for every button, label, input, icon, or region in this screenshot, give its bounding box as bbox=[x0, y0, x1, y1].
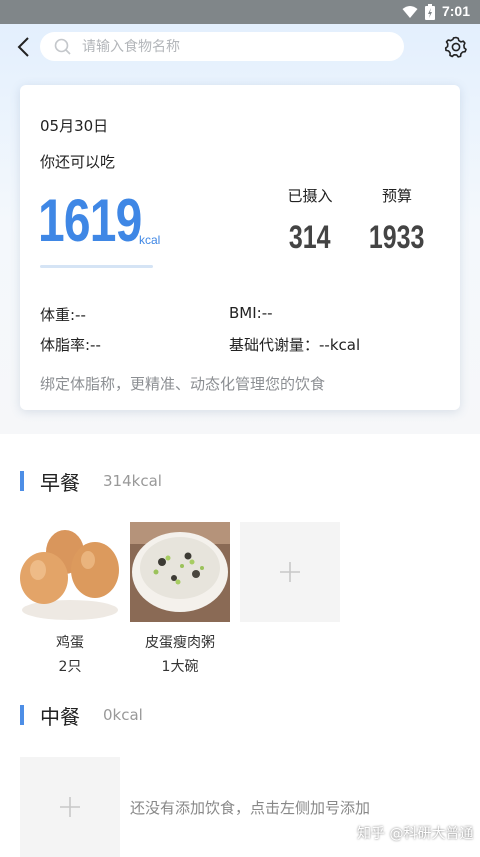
bmi-info: BMI:-- bbox=[229, 304, 273, 322]
intake-value: 314 bbox=[289, 219, 331, 255]
food-amount: 2只 bbox=[58, 659, 82, 675]
watermark: 知乎 @科研大普通 bbox=[357, 826, 474, 842]
status-bar: 7:01 bbox=[0, 0, 480, 24]
section-accent-bar bbox=[20, 705, 24, 725]
search-input[interactable] bbox=[80, 36, 384, 58]
bind-scale-hint[interactable]: 绑定体脂称，更精准、动态化管理您的饮食 bbox=[40, 373, 325, 394]
search-bar[interactable] bbox=[40, 32, 404, 61]
food-name: 皮蛋瘦肉粥 bbox=[145, 635, 215, 651]
remaining-unit: kcal bbox=[139, 233, 161, 247]
lunch-title: 中餐 bbox=[40, 705, 80, 729]
egg-photo bbox=[20, 522, 120, 622]
wifi-icon bbox=[402, 6, 418, 18]
budget-label: 预算 bbox=[381, 187, 412, 205]
section-accent-bar bbox=[20, 471, 24, 491]
back-button[interactable] bbox=[12, 34, 36, 60]
lunch-empty-text: 还没有添加饮食，点击左侧加号添加 bbox=[130, 799, 371, 817]
add-breakfast-button[interactable] bbox=[240, 522, 340, 622]
settings-button[interactable] bbox=[444, 35, 468, 59]
battery-icon bbox=[425, 4, 435, 20]
food-name: 鸡蛋 bbox=[56, 635, 84, 651]
top-bar bbox=[0, 24, 480, 70]
intake-stat: 已摄入 314 bbox=[270, 185, 350, 254]
add-lunch-button[interactable] bbox=[20, 757, 120, 857]
status-time: 7:01 bbox=[441, 3, 470, 19]
breakfast-kcal: 314kcal bbox=[103, 472, 162, 490]
breakfast-title: 早餐 bbox=[40, 471, 80, 495]
food-item-porridge[interactable]: 皮蛋瘦肉粥 1大碗 bbox=[130, 522, 230, 676]
budget-stat: 预算 1933 bbox=[357, 185, 437, 254]
date-label: 05月30日 bbox=[40, 117, 109, 135]
plus-icon bbox=[280, 562, 300, 582]
back-arrow-icon bbox=[17, 37, 29, 57]
food-amount: 1大碗 bbox=[161, 659, 199, 675]
gear-icon bbox=[444, 36, 467, 58]
remaining-calories: 1619 bbox=[38, 187, 142, 254]
food-item-egg[interactable]: 鸡蛋 2只 bbox=[20, 522, 120, 676]
porridge-photo bbox=[130, 522, 230, 622]
intake-label: 已摄入 bbox=[287, 187, 333, 205]
weight-info: 体重:-- bbox=[40, 306, 86, 324]
bmr-info: 基础代谢量：--kcal bbox=[229, 336, 361, 354]
lunch-kcal: 0kcal bbox=[103, 706, 143, 724]
calorie-summary-card: 05月30日 你还可以吃 1619 kcal 已摄入 314 预算 1933 体… bbox=[20, 85, 460, 410]
plus-icon bbox=[60, 797, 80, 817]
remaining-underline bbox=[40, 265, 153, 268]
body-fat-info: 体脂率:-- bbox=[40, 336, 101, 354]
remaining-label: 你还可以吃 bbox=[40, 153, 116, 171]
search-icon bbox=[54, 38, 71, 55]
budget-value: 1933 bbox=[369, 219, 425, 255]
